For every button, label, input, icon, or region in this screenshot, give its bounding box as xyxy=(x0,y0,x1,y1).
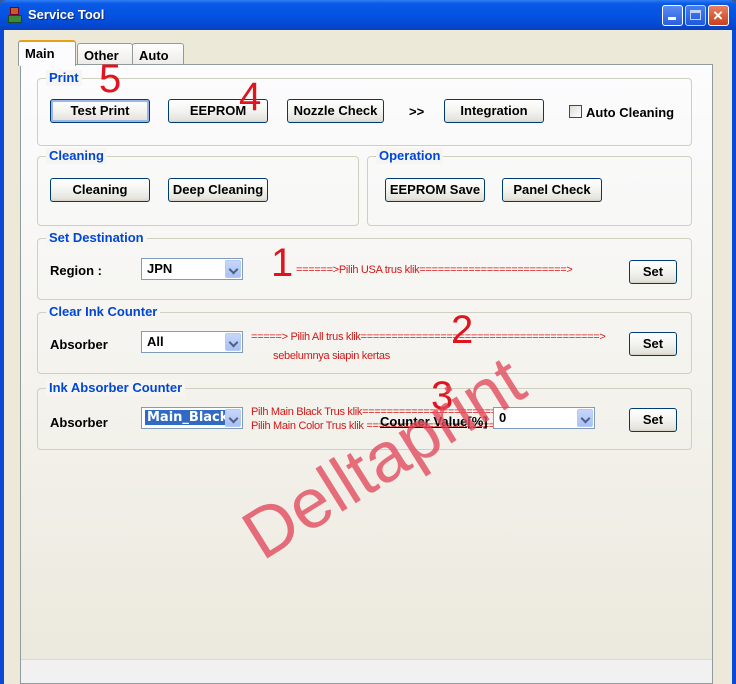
operation-group: Operation EEPROM Save Panel Check xyxy=(367,148,692,226)
operation-group-label: Operation xyxy=(376,148,444,164)
step-marker-1: 1 xyxy=(271,241,294,285)
clear-ink-annotation-line1: =====> Pilih All trus klik==============… xyxy=(251,331,606,343)
clear-ink-counter-group: Clear Ink Counter Absorber All =====> Pi… xyxy=(37,304,692,374)
clear-absorber-select-value: All xyxy=(147,334,164,349)
close-icon: × xyxy=(713,6,723,25)
chevron-down-icon[interactable] xyxy=(225,409,241,427)
cleaning-group-label: Cleaning xyxy=(46,148,107,164)
eeprom-save-button[interactable]: EEPROM Save xyxy=(385,178,485,202)
window-title: Service Tool xyxy=(28,7,105,22)
service-tool-window: Service Tool × Main Other Auto Print Tes… xyxy=(0,0,736,684)
step-marker-2: 2 xyxy=(451,308,474,352)
deep-cleaning-button[interactable]: Deep Cleaning xyxy=(168,178,268,202)
clear-ink-counter-group-label: Clear Ink Counter xyxy=(46,304,161,320)
set-destination-set-button[interactable]: Set xyxy=(629,260,677,284)
client-area: Main Other Auto Print Test Print EEPROM … xyxy=(4,30,732,684)
cleaning-group: Cleaning Cleaning Deep Cleaning xyxy=(37,148,359,226)
clear-absorber-label: Absorber xyxy=(50,337,108,352)
auto-cleaning-label[interactable]: Auto Cleaning xyxy=(586,105,674,120)
print-group-label: Print xyxy=(46,70,82,86)
set-destination-group-label: Set Destination xyxy=(46,230,147,246)
print-group: Print Test Print EEPROM Nozzle Check >> … xyxy=(37,70,692,146)
region-label: Region : xyxy=(50,263,102,278)
minimize-button[interactable] xyxy=(662,5,683,26)
integration-button[interactable]: Integration xyxy=(444,99,544,123)
chevron-down-icon[interactable] xyxy=(225,333,241,351)
watermark: Delltaprint xyxy=(229,341,538,575)
chevron-down-icon[interactable] xyxy=(225,260,241,278)
panel-status-strip xyxy=(21,659,712,683)
set-destination-group: Set Destination Region : JPN ======>Pili… xyxy=(37,230,692,300)
step-marker-5: 5 xyxy=(99,57,122,101)
counter-absorber-select-value: Main_Black xyxy=(145,410,231,425)
title-bar[interactable]: Service Tool × xyxy=(0,0,736,30)
close-button[interactable]: × xyxy=(708,5,729,26)
clear-ink-set-button[interactable]: Set xyxy=(629,332,677,356)
set-destination-annotation: ======>Pilih USA trus klik==============… xyxy=(296,264,573,276)
panel-check-button[interactable]: Panel Check xyxy=(502,178,602,202)
tab-auto[interactable]: Auto xyxy=(132,43,184,65)
app-icon xyxy=(8,7,22,23)
tab-main[interactable]: Main xyxy=(18,40,76,66)
region-select-value: JPN xyxy=(147,261,173,276)
clear-absorber-select[interactable]: All xyxy=(141,331,243,353)
auto-cleaning-checkbox[interactable] xyxy=(569,105,582,118)
counter-absorber-label: Absorber xyxy=(50,415,108,430)
counter-absorber-select[interactable]: Main_Black xyxy=(141,407,243,429)
main-tab-panel: Print Test Print EEPROM Nozzle Check >> … xyxy=(20,59,713,684)
maximize-icon xyxy=(690,10,701,20)
ink-absorber-counter-group-label: Ink Absorber Counter xyxy=(46,380,186,396)
region-select[interactable]: JPN xyxy=(141,258,243,280)
cleaning-button[interactable]: Cleaning xyxy=(50,178,150,202)
minimize-icon xyxy=(668,17,676,20)
clear-ink-annotation-line2: sebelumnya siapin kertas xyxy=(273,350,390,362)
integration-separator: >> xyxy=(409,104,425,119)
step-marker-4: 4 xyxy=(239,75,262,119)
test-print-button[interactable]: Test Print xyxy=(50,99,150,123)
maximize-button[interactable] xyxy=(685,5,706,26)
ink-absorber-set-button[interactable]: Set xyxy=(629,408,677,432)
chevron-down-icon[interactable] xyxy=(577,409,593,427)
nozzle-check-button[interactable]: Nozzle Check xyxy=(287,99,384,123)
